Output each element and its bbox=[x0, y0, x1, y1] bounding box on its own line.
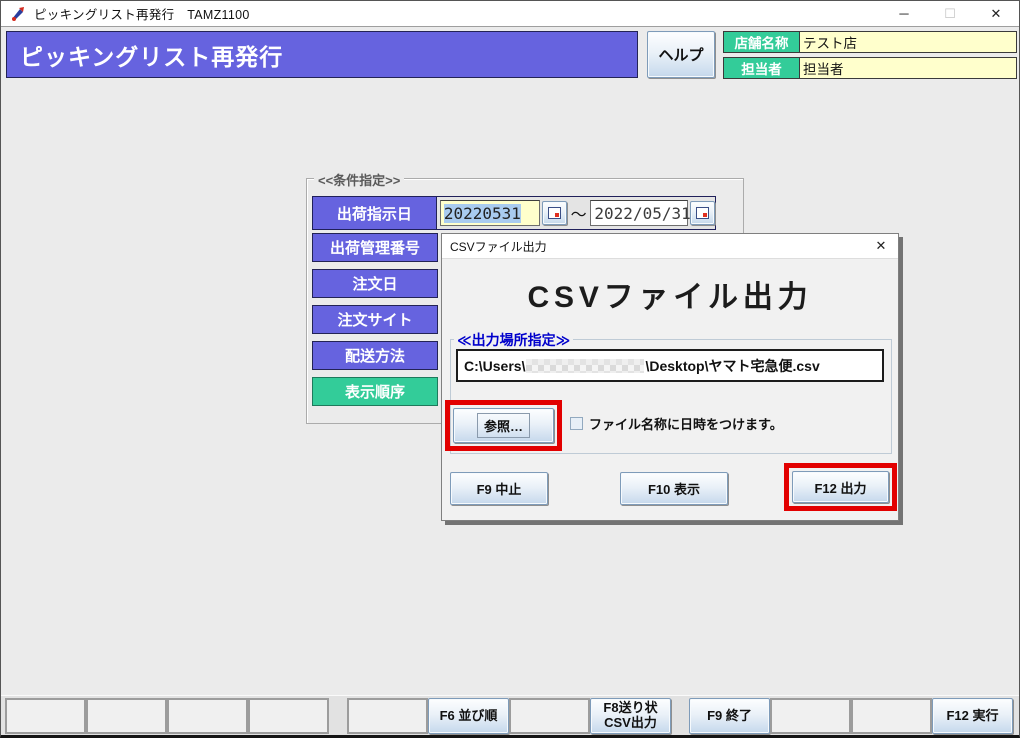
f6-sort-button[interactable]: F6 並び順 bbox=[428, 698, 509, 734]
redacted-username bbox=[526, 359, 644, 373]
output-path-prefix: C:\Users\ bbox=[464, 358, 525, 374]
output-path-field[interactable]: C:\Users\ \Desktop\ヤマト宅急便.csv bbox=[456, 349, 884, 382]
browse-button[interactable]: 参照… bbox=[453, 408, 554, 443]
timestamp-checkbox[interactable] bbox=[570, 417, 583, 430]
shipping-control-number-button[interactable]: 出荷管理番号 bbox=[312, 233, 438, 262]
page-title: ピッキングリスト再発行 bbox=[6, 31, 638, 78]
dialog-heading: CSVファイル出力 bbox=[442, 272, 898, 316]
ship-date-from-input[interactable]: 20220531 bbox=[440, 200, 540, 226]
dialog-title: CSVファイル出力 bbox=[442, 238, 547, 255]
f12-execute-button[interactable]: F12 実行 bbox=[932, 698, 1013, 734]
order-date-button[interactable]: 注文日 bbox=[312, 269, 438, 298]
f9-cancel-button[interactable]: F9 中止 bbox=[450, 472, 548, 505]
fn-slot-f10 bbox=[770, 698, 851, 734]
calendar-picker-button-to[interactable] bbox=[690, 201, 715, 225]
ship-date-to-value: 2022/05/31 bbox=[594, 204, 690, 223]
f8-invoice-csv-button[interactable]: F8送り状 CSV出力 bbox=[590, 698, 671, 734]
maximize-icon: ☐ bbox=[927, 1, 973, 26]
condition-group-label: <<条件指定>> bbox=[314, 170, 404, 189]
dialog-close-icon[interactable]: ✕ bbox=[864, 234, 898, 258]
output-location-label: ≪出力場所指定≫ bbox=[454, 330, 573, 350]
staff-value: 担当者 bbox=[800, 58, 1016, 78]
f12-output-button[interactable]: F12 出力 bbox=[792, 471, 889, 503]
f10-view-button[interactable]: F10 表示 bbox=[620, 472, 728, 505]
window-controls: ─ ☐ ✕ bbox=[881, 1, 1019, 26]
ship-date-row: 出荷指示日 20220531 ～ 2022/05/31 bbox=[312, 196, 716, 230]
app-window: ピッキングリスト再発行 TAMZ1100 ─ ☐ ✕ ピッキングリスト再発行 ヘ… bbox=[0, 0, 1020, 738]
display-order-button[interactable]: 表示順序 bbox=[312, 377, 438, 406]
app-icon bbox=[10, 6, 26, 22]
output-location-groupbox: ≪出力場所指定≫ C:\Users\\Desktop\ヤマト宅急便.csv 参照… bbox=[450, 339, 892, 454]
staff-label: 担当者 bbox=[724, 58, 800, 78]
browse-highlight-box: 参照… bbox=[445, 400, 562, 451]
timestamp-checkbox-label: ファイル名称に日時をつけます。 bbox=[589, 414, 783, 433]
fn-slot-f7 bbox=[509, 698, 590, 734]
store-name-row: 店舗名称 テスト店 bbox=[723, 31, 1017, 53]
f9-exit-label: F9 終了 bbox=[707, 709, 752, 724]
output-highlight-box: F12 出力 bbox=[784, 463, 897, 511]
date-range-separator: ～ bbox=[567, 201, 591, 225]
ship-date-to-input[interactable]: 2022/05/31 bbox=[590, 200, 688, 226]
timestamp-checkbox-row: ファイル名称に日時をつけます。 bbox=[570, 414, 783, 433]
delivery-method-button[interactable]: 配送方法 bbox=[312, 341, 438, 370]
order-site-button[interactable]: 注文サイト bbox=[312, 305, 438, 334]
fn-slot-f5 bbox=[347, 698, 428, 734]
browse-button-label: 参照… bbox=[477, 413, 530, 438]
f8-invoice-csv-label-line2: CSV出力 bbox=[604, 716, 657, 731]
function-key-bar: F6 並び順 F8送り状 CSV出力 F9 終了 F12 実行 bbox=[1, 695, 1019, 736]
store-name-label: 店舗名称 bbox=[724, 32, 800, 52]
fn-slot-f11 bbox=[851, 698, 932, 734]
os-titlebar: ピッキングリスト再発行 TAMZ1100 ─ ☐ ✕ bbox=[1, 1, 1019, 27]
f12-execute-label: F12 実行 bbox=[946, 709, 998, 724]
ship-date-button[interactable]: 出荷指示日 bbox=[313, 197, 437, 229]
calendar-picker-button-from[interactable] bbox=[542, 201, 567, 225]
store-name-value: テスト店 bbox=[800, 32, 1016, 52]
f8-invoice-csv-label-line1: F8送り状 bbox=[603, 701, 657, 716]
calendar-icon bbox=[548, 207, 561, 219]
fn-slot-f1 bbox=[5, 698, 86, 734]
help-button[interactable]: ヘルプ bbox=[647, 31, 715, 78]
staff-row: 担当者 担当者 bbox=[723, 57, 1017, 79]
close-icon[interactable]: ✕ bbox=[973, 1, 1019, 26]
dialog-titlebar: CSVファイル出力 ✕ bbox=[442, 234, 898, 259]
ship-date-from-value: 20220531 bbox=[444, 204, 521, 223]
fn-slot-f2 bbox=[86, 698, 167, 734]
minimize-icon[interactable]: ─ bbox=[881, 1, 927, 26]
output-path-suffix: \Desktop\ヤマト宅急便.csv bbox=[645, 356, 819, 376]
fn-slot-f3 bbox=[167, 698, 248, 734]
f6-sort-label: F6 並び順 bbox=[440, 709, 498, 724]
window-title: ピッキングリスト再発行 TAMZ1100 bbox=[34, 4, 250, 23]
fn-slot-f4 bbox=[248, 698, 329, 734]
calendar-icon bbox=[696, 207, 709, 219]
f9-exit-button[interactable]: F9 終了 bbox=[689, 698, 770, 734]
csv-output-dialog: CSVファイル出力 ✕ CSVファイル出力 ≪出力場所指定≫ C:\Users\… bbox=[441, 233, 899, 521]
